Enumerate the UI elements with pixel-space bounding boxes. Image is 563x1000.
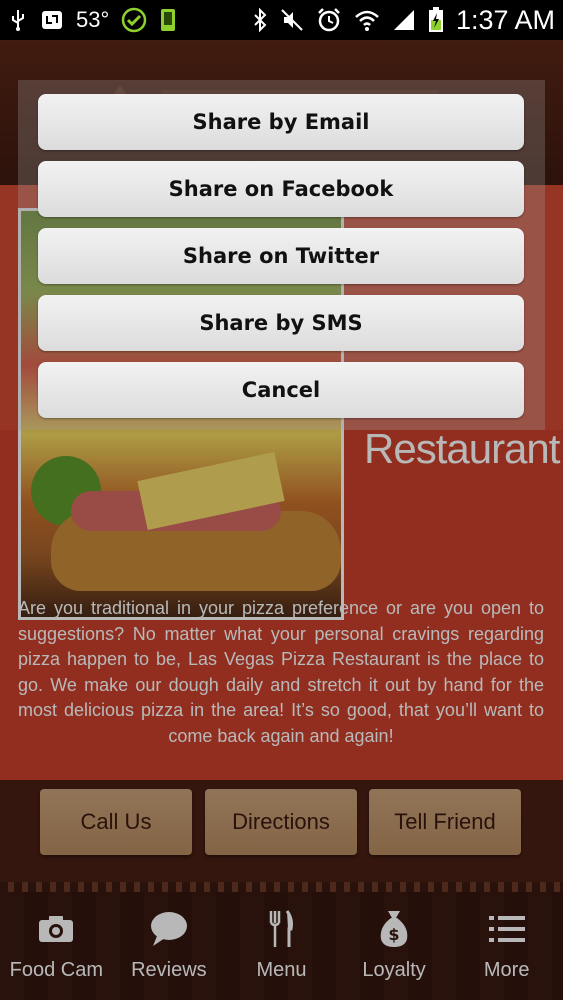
wifi-icon	[354, 8, 380, 32]
status-right: 1:37 AM	[252, 5, 555, 36]
usb-icon	[8, 8, 28, 32]
battery-charging-icon	[428, 7, 444, 33]
signal-icon	[392, 8, 416, 32]
voicemail-icon	[40, 8, 64, 32]
share-twitter-button[interactable]: Share on Twitter	[38, 228, 524, 284]
alarm-icon	[316, 7, 342, 33]
clock-text: 1:37 AM	[455, 4, 555, 35]
share-facebook-button[interactable]: Share on Facebook	[38, 161, 524, 217]
status-left: 53°	[8, 7, 177, 33]
status-bar: 53° 1:37 AM	[0, 0, 563, 40]
mute-icon	[280, 8, 304, 32]
share-email-button[interactable]: Share by Email	[38, 94, 524, 150]
share-sms-button[interactable]: Share by SMS	[38, 295, 524, 351]
bluetooth-icon	[252, 8, 268, 32]
check-circle-icon	[121, 7, 147, 33]
phone-battery-icon	[159, 7, 177, 33]
temperature-text: 53°	[76, 7, 110, 32]
cancel-button[interactable]: Cancel	[38, 362, 524, 418]
